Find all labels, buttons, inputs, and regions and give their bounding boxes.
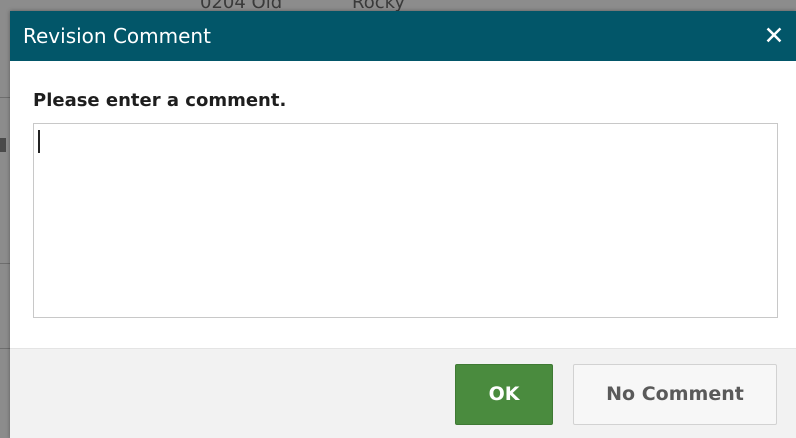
background-marker xyxy=(0,138,6,152)
no-comment-button[interactable]: No Comment xyxy=(573,364,777,425)
text-cursor xyxy=(38,130,40,153)
ok-button[interactable]: OK xyxy=(455,364,553,425)
dialog-footer: OK No Comment xyxy=(10,348,796,438)
background-row-divider xyxy=(0,348,10,349)
dialog-titlebar: Revision Comment ✕ xyxy=(10,11,796,61)
comment-prompt: Please enter a comment. xyxy=(33,90,287,111)
revision-comment-dialog: Revision Comment ✕ Please enter a commen… xyxy=(10,11,796,438)
dialog-title: Revision Comment xyxy=(23,24,211,48)
dialog-body: Please enter a comment. xyxy=(10,61,796,348)
close-icon[interactable]: ✕ xyxy=(760,21,788,51)
comment-textarea[interactable] xyxy=(33,123,778,318)
background-row-divider xyxy=(0,97,10,98)
background-row-divider xyxy=(0,263,10,264)
